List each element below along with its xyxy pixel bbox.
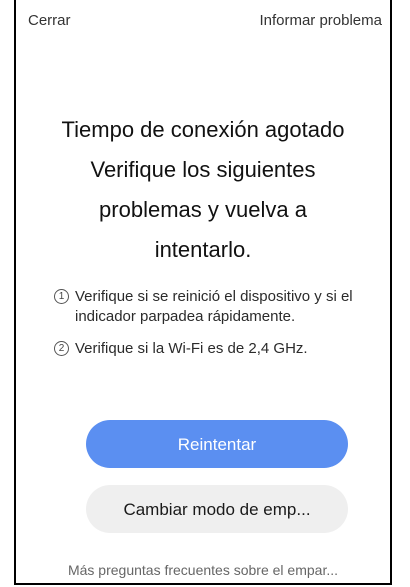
title-line: Verifique los siguientes: [90, 157, 316, 182]
top-bar: Cerrar Informar problema: [16, 0, 390, 40]
tip-text: Verifique si la Wi-Fi es de 2,4 GHz.: [75, 340, 308, 357]
title-line: problemas y vuelva a: [99, 197, 307, 222]
close-button[interactable]: Cerrar: [28, 12, 71, 29]
title-line: intentarlo.: [154, 237, 252, 262]
tip-item: 1 Verifique si se reinició el dispositiv…: [54, 287, 368, 327]
switch-pairing-mode-button[interactable]: Cambiar modo de emp...: [86, 485, 348, 533]
title-line: Tiempo de conexión agotado: [61, 117, 345, 142]
timeout-title: Tiempo de conexión agotado Verifique los…: [28, 110, 378, 270]
circled-number-icon: 1: [54, 289, 69, 304]
tip-item: 2 Verifique si la Wi-Fi es de 2,4 GHz.: [54, 339, 368, 359]
app-screen: Cerrar Informar problema Tiempo de conex…: [14, 0, 392, 585]
tip-text: Verifique si se reinició el dispositivo …: [75, 288, 353, 325]
troubleshooting-tips: 1 Verifique si se reinició el dispositiv…: [54, 287, 368, 359]
report-problem-button[interactable]: Informar problema: [259, 12, 382, 29]
pairing-faq-link[interactable]: Más preguntas frecuentes sobre el empar.…: [16, 562, 390, 578]
circled-number-icon: 2: [54, 341, 69, 356]
retry-button[interactable]: Reintentar: [86, 420, 348, 468]
